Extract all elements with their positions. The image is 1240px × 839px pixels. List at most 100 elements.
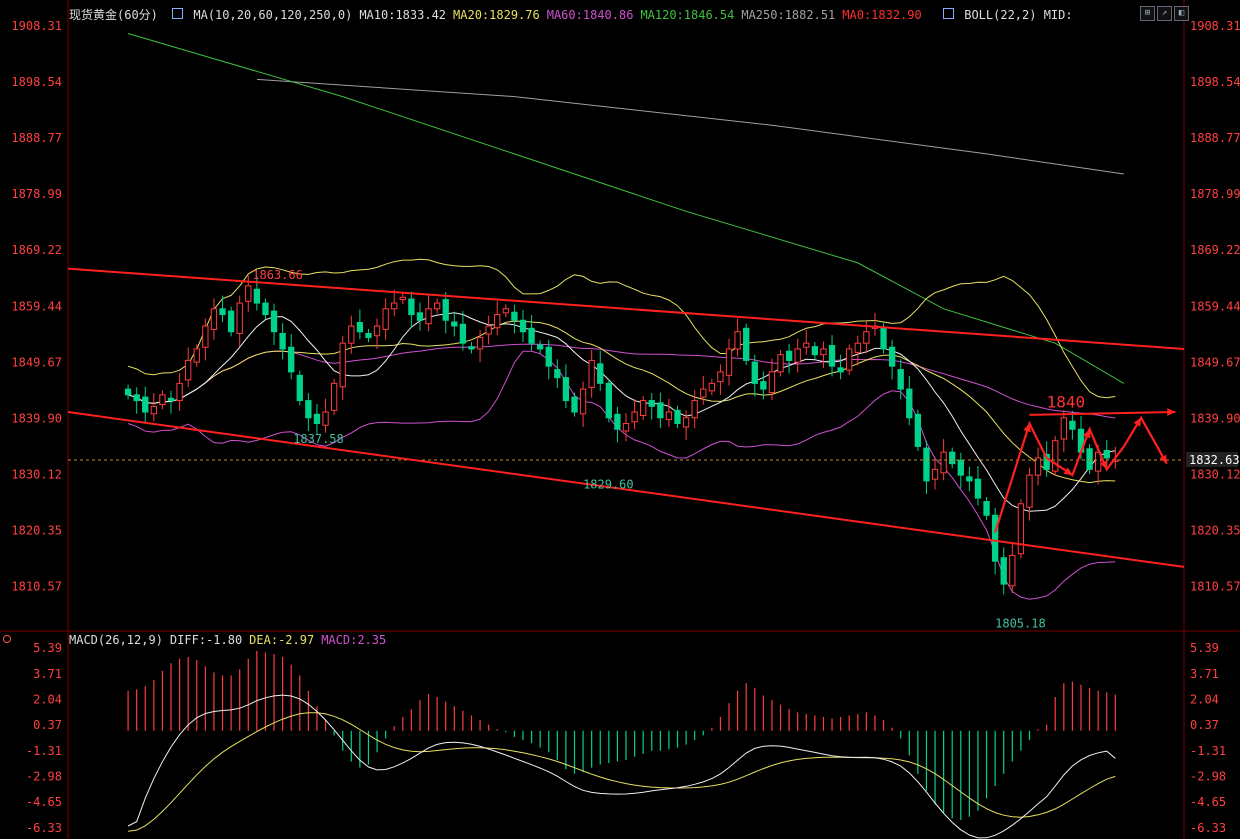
candle-body	[657, 402, 664, 419]
candle-body	[365, 332, 372, 338]
candle-body	[914, 413, 922, 447]
candle-body	[691, 400, 698, 419]
boll-lower-line	[127, 350, 1116, 600]
candle-body	[185, 359, 192, 381]
chart-canvas: 1908.31 1908.31 1898.54 1898.54 1888.77 1888.…	[0, 0, 1240, 839]
candle-body	[579, 388, 587, 415]
candle-body	[1052, 440, 1059, 472]
candle-body	[416, 312, 424, 321]
current-price-label: 1832.63	[1189, 453, 1240, 467]
ma-legend-item: MA120:1846.54	[640, 8, 735, 22]
ma-legend-item: MA(10,20,60,120,250,0)	[193, 8, 353, 22]
ma-legend-item: MA20:1829.76	[453, 8, 540, 22]
candle-body	[760, 381, 767, 390]
line-chart-icon[interactable]: ↗	[1157, 6, 1172, 21]
ma-legend: MA(10,20,60,120,250,0) MA10:1833.42 MA20:1…	[193, 8, 928, 22]
candle-body	[777, 354, 784, 373]
candle-body	[356, 322, 364, 333]
candle-body	[451, 321, 458, 327]
candlestick-icon[interactable]: ⊞	[1140, 6, 1155, 21]
candle-body	[880, 327, 887, 350]
macd-y-tick-left: 3.71	[33, 667, 62, 681]
candle-body	[528, 327, 535, 344]
candle-body	[150, 405, 158, 415]
candle-body	[219, 308, 226, 316]
candle-body	[159, 394, 166, 406]
macd-y-tick-left: -6.33	[26, 821, 62, 835]
macd-y-tick-right: -1.31	[1190, 744, 1226, 758]
candle-body	[734, 331, 741, 350]
candle-body	[1060, 417, 1067, 440]
candle-body	[442, 299, 449, 321]
candle-body	[502, 308, 509, 314]
candle-body	[408, 298, 415, 316]
y-tick-label-right: 1820.35	[1190, 523, 1240, 537]
candle-body	[1086, 448, 1093, 470]
ma-legend-item: MA60:1840.86	[546, 8, 634, 22]
candle-body	[923, 447, 930, 482]
candle-body	[536, 344, 544, 350]
candle-body	[494, 314, 501, 329]
ma120-line	[127, 33, 1125, 384]
candle-body	[262, 302, 269, 316]
candle-body	[966, 476, 973, 482]
candle-body	[828, 345, 836, 367]
candle-body	[846, 348, 853, 371]
arrow-head	[1023, 423, 1031, 433]
candle-body	[640, 400, 647, 416]
macd-y-tick-right: -6.33	[1190, 821, 1226, 835]
split-icon[interactable]: ◧	[1174, 6, 1189, 21]
candle-body	[897, 369, 904, 390]
indicator-dot-icon[interactable]	[3, 635, 11, 643]
y-tick-label-left: 1810.57	[11, 580, 62, 594]
candle-body	[1009, 554, 1016, 587]
macd-y-tick-left: 2.04	[33, 692, 62, 706]
candle-body	[588, 359, 595, 388]
candle-body	[931, 468, 939, 480]
candle-body	[245, 285, 252, 302]
candle-body	[717, 371, 724, 383]
candle-body	[425, 308, 432, 325]
diff-line	[127, 694, 1116, 839]
candle-body	[1026, 474, 1033, 508]
y-tick-label-left: 1849.67	[11, 355, 62, 369]
ma60-line	[127, 343, 1116, 419]
resistance-line	[1029, 411, 1176, 416]
candle-body	[391, 302, 398, 310]
candle-body	[270, 310, 278, 333]
candle-body	[794, 348, 801, 363]
dea-line	[128, 712, 1116, 832]
candle-body	[167, 397, 175, 402]
candle-body	[554, 369, 561, 379]
y-tick-label-right: 1810.57	[1190, 580, 1240, 594]
macd-header: MACD(26,12,9) DIFF:-1.80 DEA:-2.97 MACD:2.3…	[69, 633, 400, 647]
candle-body	[974, 478, 982, 499]
candle-body	[348, 325, 355, 344]
ma-legend-item: MA10:1833.42	[359, 8, 447, 22]
macd-legend-item: MACD:2.35	[321, 633, 387, 647]
macd-y-tick-left: -1.31	[26, 744, 62, 758]
candle-body	[202, 325, 209, 348]
candle-body	[433, 302, 441, 310]
y-tick-label-left: 1859.44	[11, 299, 62, 313]
candle-body	[725, 348, 733, 376]
candle-body	[382, 308, 389, 330]
candle-body	[597, 363, 604, 384]
candle-body	[459, 323, 467, 344]
candle-body	[700, 388, 707, 398]
candle-body	[133, 394, 140, 402]
candle-body	[708, 382, 716, 392]
y-tick-label-right: 1869.22	[1190, 243, 1240, 257]
macd-y-tick-left: -4.65	[26, 795, 62, 809]
y-tick-label-left: 1869.22	[11, 243, 62, 257]
candle-body	[863, 331, 870, 344]
ma-legend-item: MA250:1882.51	[741, 8, 836, 22]
candle-body	[288, 346, 295, 373]
candle-body	[785, 350, 793, 361]
macd-y-tick-right: -2.98	[1190, 770, 1226, 784]
y-tick-label-right: 1898.54	[1190, 75, 1240, 89]
candle-body	[614, 413, 621, 430]
y-tick-label-left: 1898.54	[11, 75, 62, 89]
arrow-head	[1167, 408, 1176, 416]
high-price-label: 1863.66	[252, 268, 303, 282]
